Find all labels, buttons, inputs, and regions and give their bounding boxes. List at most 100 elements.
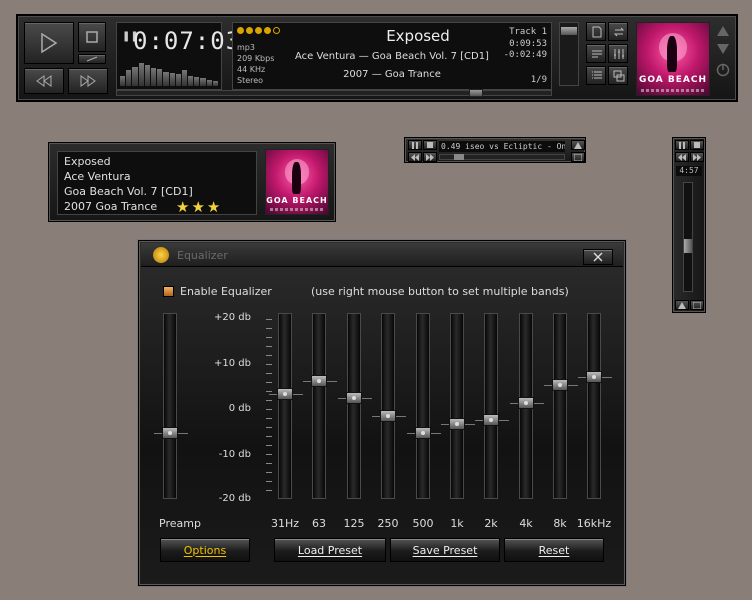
seek-knob[interactable]	[469, 89, 483, 97]
band-slider-5[interactable]	[441, 313, 475, 499]
preamp-slider[interactable]	[154, 313, 188, 499]
band-slider-9[interactable]	[578, 313, 612, 499]
checkbox-icon[interactable]	[163, 286, 174, 297]
playlist-editor-button[interactable]	[586, 44, 606, 63]
scroll-down-button[interactable]	[716, 40, 730, 54]
band-knob[interactable]	[415, 427, 431, 440]
open-file-button[interactable]	[586, 22, 606, 41]
stop-icon	[86, 31, 98, 43]
repeat-button[interactable]	[608, 22, 628, 41]
band-knob[interactable]	[380, 409, 396, 422]
shade-prev-button[interactable]	[408, 152, 422, 162]
track-artist-album: Ace Ventura — Goa Beach Vol. 7 [CD1]	[295, 51, 489, 62]
reset-button[interactable]: Reset	[504, 538, 604, 562]
band-slider-6[interactable]	[475, 313, 509, 499]
eject-icon	[86, 56, 98, 62]
shade-up-button[interactable]	[571, 140, 585, 150]
close-button[interactable]	[583, 249, 613, 265]
pause-icon	[679, 142, 685, 149]
save-preset-button[interactable]: Save Preset	[390, 538, 500, 562]
volume-slider[interactable]	[559, 22, 579, 86]
stop-button[interactable]	[78, 22, 106, 52]
equalizer-hint: (use right mouse button to set multiple …	[311, 285, 569, 298]
shade-menu-button[interactable]	[571, 152, 585, 162]
vmini-seek-knob[interactable]	[684, 239, 692, 253]
scroll-up-button[interactable]	[716, 22, 730, 36]
track-number: Track 1	[509, 27, 547, 37]
shade-ticker[interactable]: 0.49 iseo vs Ecliptic - Onlin	[439, 141, 565, 152]
band-slider-0[interactable]	[269, 313, 303, 499]
shade-stop-button[interactable]	[423, 140, 437, 150]
load-preset-button[interactable]: Load Preset	[274, 538, 386, 562]
shade-seek-bar[interactable]	[439, 154, 565, 160]
time-display[interactable]: ❚❚ 0:07:03	[116, 22, 240, 90]
power-button[interactable]	[716, 62, 730, 77]
band-knob[interactable]	[552, 379, 568, 392]
band-slider-3[interactable]	[372, 313, 406, 499]
equalizer-titlebar[interactable]: Equalizer	[141, 243, 623, 267]
band-knob[interactable]	[449, 418, 465, 431]
mini-title: Exposed	[64, 155, 111, 168]
rating-stars[interactable]: ★ ★ ★	[176, 200, 220, 215]
band-knob[interactable]	[586, 370, 602, 383]
band-slider-2[interactable]	[338, 313, 372, 499]
mini-mode-button[interactable]	[608, 66, 628, 85]
star-icon[interactable]: ★	[207, 200, 220, 215]
vmini-up-button[interactable]	[675, 300, 689, 310]
enable-equalizer-checkbox[interactable]: Enable Equalizer	[163, 285, 272, 298]
next-button[interactable]	[68, 68, 108, 94]
now-playing-text[interactable]: Exposed Ace Ventura Goa Beach Vol. 7 [CD…	[57, 151, 257, 215]
rewind-icon	[36, 75, 52, 87]
band-slider-4[interactable]	[407, 313, 441, 499]
volume-knob[interactable]	[561, 27, 577, 35]
star-icon[interactable]: ★	[176, 200, 189, 215]
library-button[interactable]	[586, 66, 606, 85]
eject-button[interactable]	[78, 54, 106, 64]
band-slider-1[interactable]	[303, 313, 337, 499]
vmini-stop-button[interactable]	[690, 140, 704, 150]
star-icon[interactable]: ★	[191, 200, 204, 215]
preamp-knob[interactable]	[162, 427, 178, 440]
options-button[interactable]: Options	[160, 538, 250, 562]
band-label: 16kHz	[576, 517, 612, 530]
seek-bar[interactable]	[116, 89, 552, 97]
now-playing-info-window: Exposed Ace Ventura Goa Beach Vol. 7 [CD…	[48, 142, 336, 222]
equalizer-toggle-button[interactable]	[608, 44, 628, 63]
elapsed-time: 0:07:03	[133, 27, 242, 55]
equalizer-icon	[614, 49, 624, 59]
stop-icon	[694, 142, 700, 148]
vmini-pause-button[interactable]	[675, 140, 689, 150]
mini-year-genre: 2007 Goa Trance	[64, 200, 158, 213]
shade-pause-button[interactable]	[408, 140, 422, 150]
band-slider-7[interactable]	[510, 313, 544, 499]
band-slider-8[interactable]	[544, 313, 578, 499]
enable-equalizer-label: Enable Equalizer	[180, 285, 272, 298]
db-label-minus20: -20 db	[218, 493, 251, 504]
channels-label: Stereo	[237, 76, 264, 85]
shade-next-button[interactable]	[423, 152, 437, 162]
db-label-zero: 0 db	[228, 403, 251, 414]
db-label-plus10: +10 db	[214, 358, 251, 369]
band-label: 250	[377, 517, 399, 530]
vmini-seek-slider[interactable]	[683, 182, 693, 292]
mini-artist: Ace Ventura	[64, 170, 131, 183]
band-knob[interactable]	[277, 387, 293, 400]
spectrum-visualizer[interactable]	[120, 60, 218, 86]
vmini-next-button[interactable]	[690, 152, 704, 162]
rewind-icon	[678, 154, 686, 161]
rating-dots[interactable]	[237, 27, 280, 34]
band-knob[interactable]	[311, 374, 327, 387]
track-title: Exposed	[386, 27, 450, 45]
vmini-menu-button[interactable]	[690, 300, 704, 310]
fast-forward-icon	[80, 75, 96, 87]
play-button[interactable]	[24, 22, 74, 64]
band-knob[interactable]	[346, 392, 362, 405]
band-knob[interactable]	[518, 396, 534, 409]
album-cover[interactable]: GOA BEACH	[636, 22, 710, 96]
vmini-time: 4:57	[676, 166, 702, 176]
previous-button[interactable]	[24, 68, 64, 94]
repeat-icon	[613, 27, 625, 37]
band-knob[interactable]	[483, 414, 499, 427]
vmini-prev-button[interactable]	[675, 152, 689, 162]
track-info-display[interactable]: mp3 209 Kbps 44 KHz Stereo Exposed Ace V…	[232, 22, 552, 90]
